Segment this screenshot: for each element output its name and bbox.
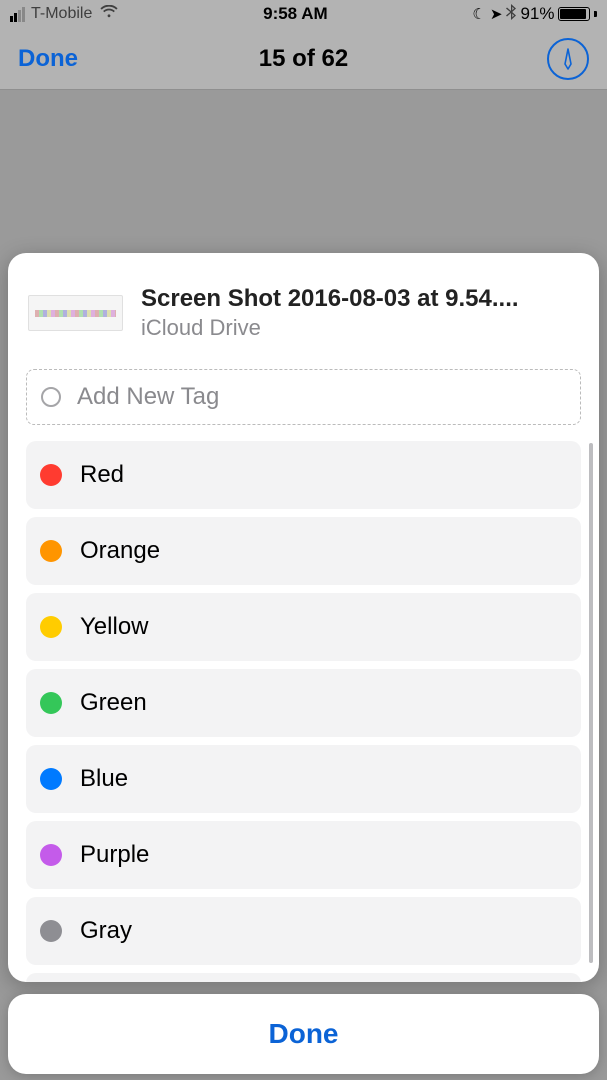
file-location: iCloud Drive [141, 315, 579, 341]
tag-outline-icon [41, 387, 61, 407]
tag-row-green[interactable]: Green [26, 669, 581, 737]
nav-bar: Done 15 of 62 [0, 28, 607, 90]
tag-row-work[interactable]: Work [26, 973, 581, 982]
tag-dot-icon [40, 616, 62, 638]
file-name: Screen Shot 2016-08-03 at 9.54.... [141, 285, 579, 313]
location-icon: ➤ [490, 5, 503, 23]
tag-dot-icon [40, 768, 62, 790]
tag-label: Red [80, 461, 124, 489]
done-button[interactable]: Done [8, 994, 599, 1074]
status-right: ☾ ➤ 91% [472, 4, 597, 24]
add-new-tag-field[interactable]: Add New Tag [26, 369, 581, 425]
tag-label: Purple [80, 841, 149, 869]
tag-row-red[interactable]: Red [26, 441, 581, 509]
scroll-indicator [589, 443, 593, 963]
add-new-tag-label: Add New Tag [77, 383, 219, 411]
wifi-icon [100, 5, 118, 23]
tag-row-orange[interactable]: Orange [26, 517, 581, 585]
tag-dot-icon [40, 540, 62, 562]
tag-label: Blue [80, 765, 128, 793]
battery-icon [558, 7, 597, 21]
done-label: Done [269, 1018, 339, 1050]
file-header: Screen Shot 2016-08-03 at 9.54.... iClou… [22, 273, 585, 365]
tag-dot-icon [40, 692, 62, 714]
signal-icon [10, 7, 25, 22]
status-time: 9:58 AM [263, 4, 328, 24]
tag-label: Orange [80, 537, 160, 565]
markup-button[interactable] [547, 38, 589, 80]
tag-list: Red Orange Yellow Green Blue Purple Gray [22, 441, 585, 982]
tag-row-blue[interactable]: Blue [26, 745, 581, 813]
carrier-label: T-Mobile [31, 5, 92, 23]
tag-label: Yellow [80, 613, 149, 641]
status-bar: T-Mobile 9:58 AM ☾ ➤ 91% [0, 0, 607, 28]
tag-row-yellow[interactable]: Yellow [26, 593, 581, 661]
file-thumbnail [28, 295, 123, 331]
tag-row-gray[interactable]: Gray [26, 897, 581, 965]
status-left: T-Mobile [10, 5, 118, 23]
battery-percent: 91% [520, 4, 554, 24]
tag-dot-icon [40, 844, 62, 866]
tag-row-purple[interactable]: Purple [26, 821, 581, 889]
dnd-icon: ☾ [472, 5, 485, 23]
nav-done-button[interactable]: Done [18, 45, 78, 73]
page-title: 15 of 62 [259, 45, 348, 73]
pen-icon [557, 48, 579, 70]
bluetooth-icon [506, 4, 516, 24]
tag-dot-icon [40, 920, 62, 942]
tags-sheet: Screen Shot 2016-08-03 at 9.54.... iClou… [8, 253, 599, 982]
tag-label: Green [80, 689, 147, 717]
tag-dot-icon [40, 464, 62, 486]
tag-label: Gray [80, 917, 132, 945]
